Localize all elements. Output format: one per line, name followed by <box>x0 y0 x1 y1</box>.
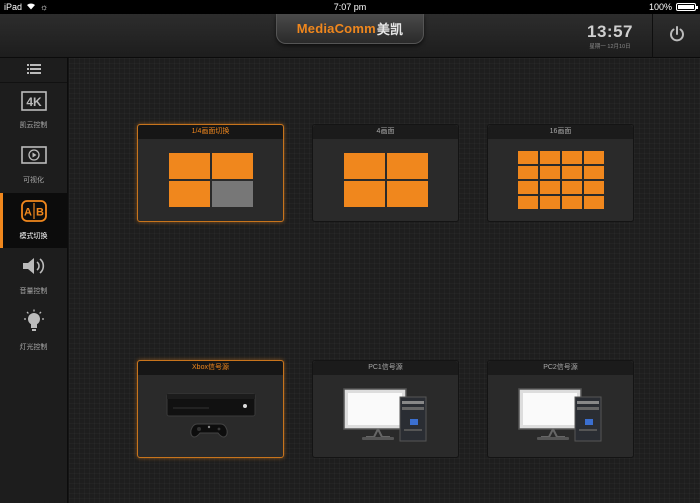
sidebar: 4K 凯云控制 可视化 A B 模式切换 音量控制 灯光控制 <box>0 58 68 503</box>
power-button[interactable] <box>652 14 700 58</box>
layout-cell <box>583 181 604 194</box>
four-screen-layout-icon <box>343 153 428 207</box>
source-card-xbox[interactable]: Xbox信号源 <box>137 360 284 458</box>
svg-text:4K: 4K <box>26 95 42 109</box>
layout-cell <box>539 181 560 194</box>
battery-percent: 100% <box>648 2 672 12</box>
ios-status-bar: iPad ☼ 7:07 pm 100% <box>0 0 700 14</box>
status-time: 7:07 pm <box>333 2 367 12</box>
xbox-console-icon <box>163 386 259 447</box>
layout-cell <box>539 196 560 209</box>
card-title: PC2信号源 <box>488 361 633 375</box>
speaker-icon <box>21 255 47 282</box>
sidebar-item-volume[interactable]: 音量控制 <box>0 248 67 303</box>
sidebar-item-label: 凯云控制 <box>19 122 48 129</box>
sidebar-item-visualization[interactable]: 可视化 <box>0 138 67 193</box>
sidebar-item-mode-switch[interactable]: A B 模式切换 <box>0 193 67 248</box>
layout-cell <box>386 153 428 179</box>
layout-cell <box>539 151 560 164</box>
layout-cell <box>168 181 210 207</box>
card-title: 4画面 <box>313 125 458 139</box>
layout-cell <box>561 166 582 179</box>
brand-name-latin: MediaComm <box>296 21 376 36</box>
main-panel: 1/4画面切换 4画面 16画面 Xbox信号源 PC1信号源 PC2信号源 <box>69 58 700 503</box>
desktop-pc-icon <box>513 385 609 448</box>
layout-cell <box>386 181 428 207</box>
mode-card-four-screens[interactable]: 4画面 <box>312 124 459 222</box>
source-card-pc1[interactable]: PC1信号源 <box>312 360 459 458</box>
list-menu-icon <box>26 61 41 79</box>
layout-cell <box>168 153 210 179</box>
brand-logo: MediaComm 美凯 <box>276 14 424 44</box>
layout-cell <box>517 151 538 164</box>
battery-icon <box>676 3 698 11</box>
sixteen-screen-layout-icon <box>517 151 604 209</box>
sidebar-item-label: 灯光控制 <box>19 344 48 351</box>
layout-cell <box>211 153 253 179</box>
layout-cell <box>517 181 538 194</box>
quarter-layout-icon <box>168 153 253 207</box>
menu-button[interactable] <box>0 58 67 83</box>
layout-cell <box>583 196 604 209</box>
clock-time: 13:57 <box>587 22 633 41</box>
layout-cell <box>343 153 385 179</box>
power-icon <box>668 25 686 48</box>
layout-cell <box>517 196 538 209</box>
layout-cell <box>517 166 538 179</box>
sidebar-item-label: 模式切换 <box>19 233 48 240</box>
sidebar-item-cloud-control[interactable]: 4K 凯云控制 <box>0 83 67 138</box>
mode-card-quarter-switch[interactable]: 1/4画面切换 <box>137 124 284 222</box>
sidebar-item-label: 音量控制 <box>19 288 48 295</box>
layout-cell <box>561 151 582 164</box>
play-screen-icon <box>20 146 47 171</box>
desktop-pc-icon <box>338 385 434 448</box>
svg-text:B: B <box>36 207 44 219</box>
card-title: 1/4画面切换 <box>138 125 283 139</box>
card-title: Xbox信号源 <box>138 361 283 375</box>
brand-name-chinese: 美凯 <box>376 22 404 37</box>
svg-text:A: A <box>24 207 32 219</box>
layout-cell <box>343 181 385 207</box>
layout-cell <box>583 166 604 179</box>
4k-icon: 4K <box>20 91 47 116</box>
ab-switch-icon: A B <box>20 200 47 227</box>
mode-card-sixteen-screens[interactable]: 16画面 <box>487 124 634 222</box>
card-title: PC1信号源 <box>313 361 458 375</box>
layout-cell <box>539 166 560 179</box>
header-clock: 13:57 星期一 12月10日 <box>587 22 633 50</box>
layout-cell <box>583 151 604 164</box>
layout-cell <box>561 196 582 209</box>
clock-date: 星期一 12月10日 <box>589 44 631 50</box>
card-title: 16画面 <box>488 125 633 139</box>
source-card-pc2[interactable]: PC2信号源 <box>487 360 634 458</box>
layout-cell-inactive <box>211 181 253 207</box>
app-header: MediaComm 美凯 13:57 星期一 12月10日 <box>0 14 700 58</box>
lightbulb-icon <box>21 309 47 338</box>
sidebar-item-lighting[interactable]: 灯光控制 <box>0 303 67 358</box>
layout-cell <box>561 181 582 194</box>
sidebar-item-label: 可视化 <box>23 177 44 184</box>
